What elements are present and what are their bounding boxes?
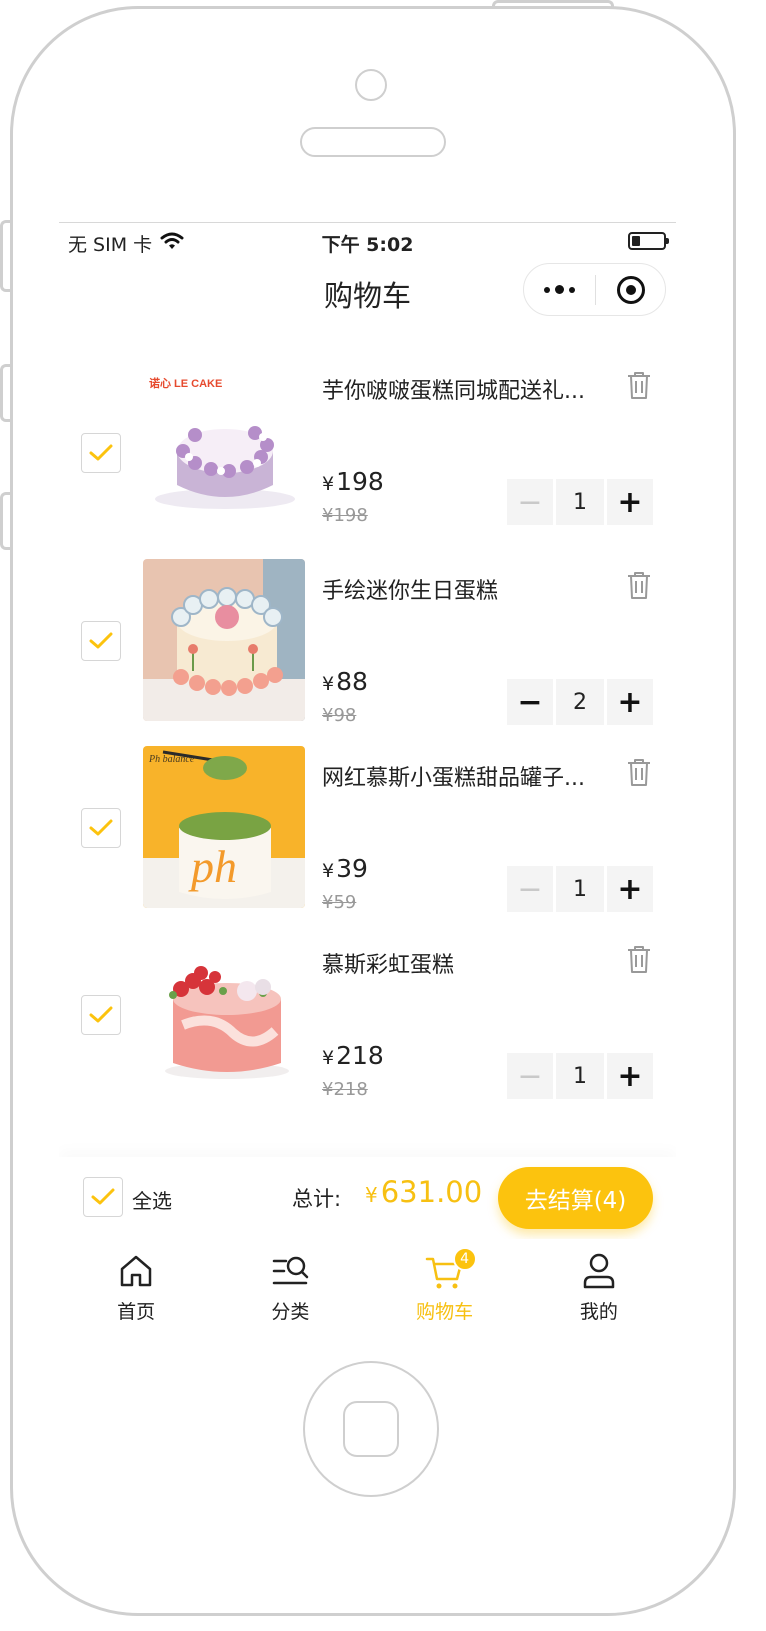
check-icon [89,444,113,461]
item-title[interactable]: 手绘迷你生日蛋糕 [322,573,612,605]
item-original-price: ¥98 [322,705,357,726]
quantity-value[interactable]: 2 [556,679,604,725]
decrease-button[interactable]: − [507,866,553,912]
trash-icon[interactable] [623,756,655,788]
checkout-button[interactable]: 去结算(4) [498,1167,653,1229]
quantity-stepper: − 1 + [507,479,653,525]
item-price: ¥88 [322,667,368,696]
quantity-stepper: − 1 + [507,1053,653,1099]
item-checkbox[interactable] [81,995,121,1035]
phone-mute-switch [0,220,10,292]
increase-button[interactable]: + [607,679,653,725]
item-title[interactable]: 芋你啵啵蛋糕同城配送礼... [322,373,612,405]
product-image[interactable] [143,559,305,721]
select-all-label[interactable]: 全选 [132,1185,172,1214]
total-label: 总计: [292,1187,342,1211]
trash-icon[interactable] [623,369,655,401]
item-price: ¥218 [322,1041,384,1070]
tab-label: 购物车 [416,1301,474,1323]
status-bar: 无 SIM 卡 下午 5:02 [59,223,676,259]
total-amount: ¥631.00 [365,1175,483,1209]
quantity-value[interactable]: 1 [556,479,604,525]
cart-item: Ph balance ph 网红慕斯小蛋糕甜品罐子... ¥39 ¥59 − 1… [59,746,676,913]
item-price: ¥39 [322,854,368,883]
home-icon [120,1255,152,1287]
cart-item: 手绘迷你生日蛋糕 ¥88 ¥98 − 2 + [59,559,676,726]
decrease-button[interactable]: − [507,479,553,525]
select-all-checkbox[interactable] [83,1177,123,1217]
decrease-button[interactable]: − [507,1053,553,1099]
svg-text:ph: ph [188,841,237,892]
checkout-bar: 全选 总计: ¥631.00 去结算(4) [59,1157,676,1239]
front-camera [355,69,387,101]
check-icon [89,819,113,836]
item-title[interactable]: 网红慕斯小蛋糕甜品罐子... [322,760,612,792]
user-icon [583,1253,615,1289]
status-time: 下午 5:02 [321,234,414,256]
cart-item: 诺心 LE CAKE 芋你啵啵蛋糕同城配送礼... ¥198 ¥198 − 1 … [59,359,676,526]
tab-label: 分类 [271,1301,310,1323]
check-icon [89,1006,113,1023]
item-price: ¥198 [322,467,384,496]
app-screen: 无 SIM 卡 下午 5:02 购物车 诺心 LE CAKE 芋你啵啵蛋糕同城配… [59,222,676,1345]
trash-icon[interactable] [623,569,655,601]
home-button[interactable] [303,1361,439,1497]
check-icon [91,1188,115,1205]
quantity-stepper: − 2 + [507,679,653,725]
item-original-price: ¥198 [322,505,368,526]
quantity-stepper: − 1 + [507,866,653,912]
item-title[interactable]: 慕斯彩虹蛋糕 [322,947,612,979]
increase-button[interactable]: + [607,1053,653,1099]
product-image[interactable]: 诺心 LE CAKE [143,359,305,521]
quantity-value[interactable]: 1 [556,1053,604,1099]
product-image[interactable] [143,933,305,1095]
miniprogram-capsule [523,263,666,316]
trash-icon[interactable] [623,943,655,975]
home-button-square [343,1401,399,1457]
battery-icon [628,232,669,250]
check-icon [89,632,113,649]
tab-label: 我的 [579,1301,618,1323]
quantity-value[interactable]: 1 [556,866,604,912]
item-original-price: ¥218 [322,1079,368,1100]
phone-volume-down [0,492,10,550]
category-search-icon [273,1256,309,1285]
close-miniprogram-button[interactable] [596,264,665,315]
product-image[interactable]: Ph balance ph [143,746,305,908]
tab-profile[interactable]: 我的 [522,1239,676,1345]
cart-count-badge: 4 [452,1247,477,1271]
increase-button[interactable]: + [607,479,653,525]
tab-category[interactable]: 分类 [213,1239,367,1345]
item-original-price: ¥59 [322,892,357,913]
item-checkbox[interactable] [81,621,121,661]
decrease-button[interactable]: − [507,679,553,725]
cart-icon-wrap: 4 [425,1247,477,1291]
phone-volume-up [0,364,10,422]
increase-button[interactable]: + [607,866,653,912]
tab-bar: 首页 分类 4 购物车 我的 [59,1239,676,1345]
earpiece-speaker [300,127,446,157]
tab-label: 首页 [117,1301,156,1323]
tab-home[interactable]: 首页 [59,1239,213,1345]
brand-logo-text: 诺心 LE CAKE [149,376,222,390]
item-checkbox[interactable] [81,433,121,473]
target-icon [616,275,645,304]
more-menu-icon[interactable] [524,264,595,315]
cart-item: 慕斯彩虹蛋糕 ¥218 ¥218 − 1 + [59,933,676,1100]
tab-cart[interactable]: 4 购物车 [368,1239,522,1345]
item-checkbox[interactable] [81,808,121,848]
